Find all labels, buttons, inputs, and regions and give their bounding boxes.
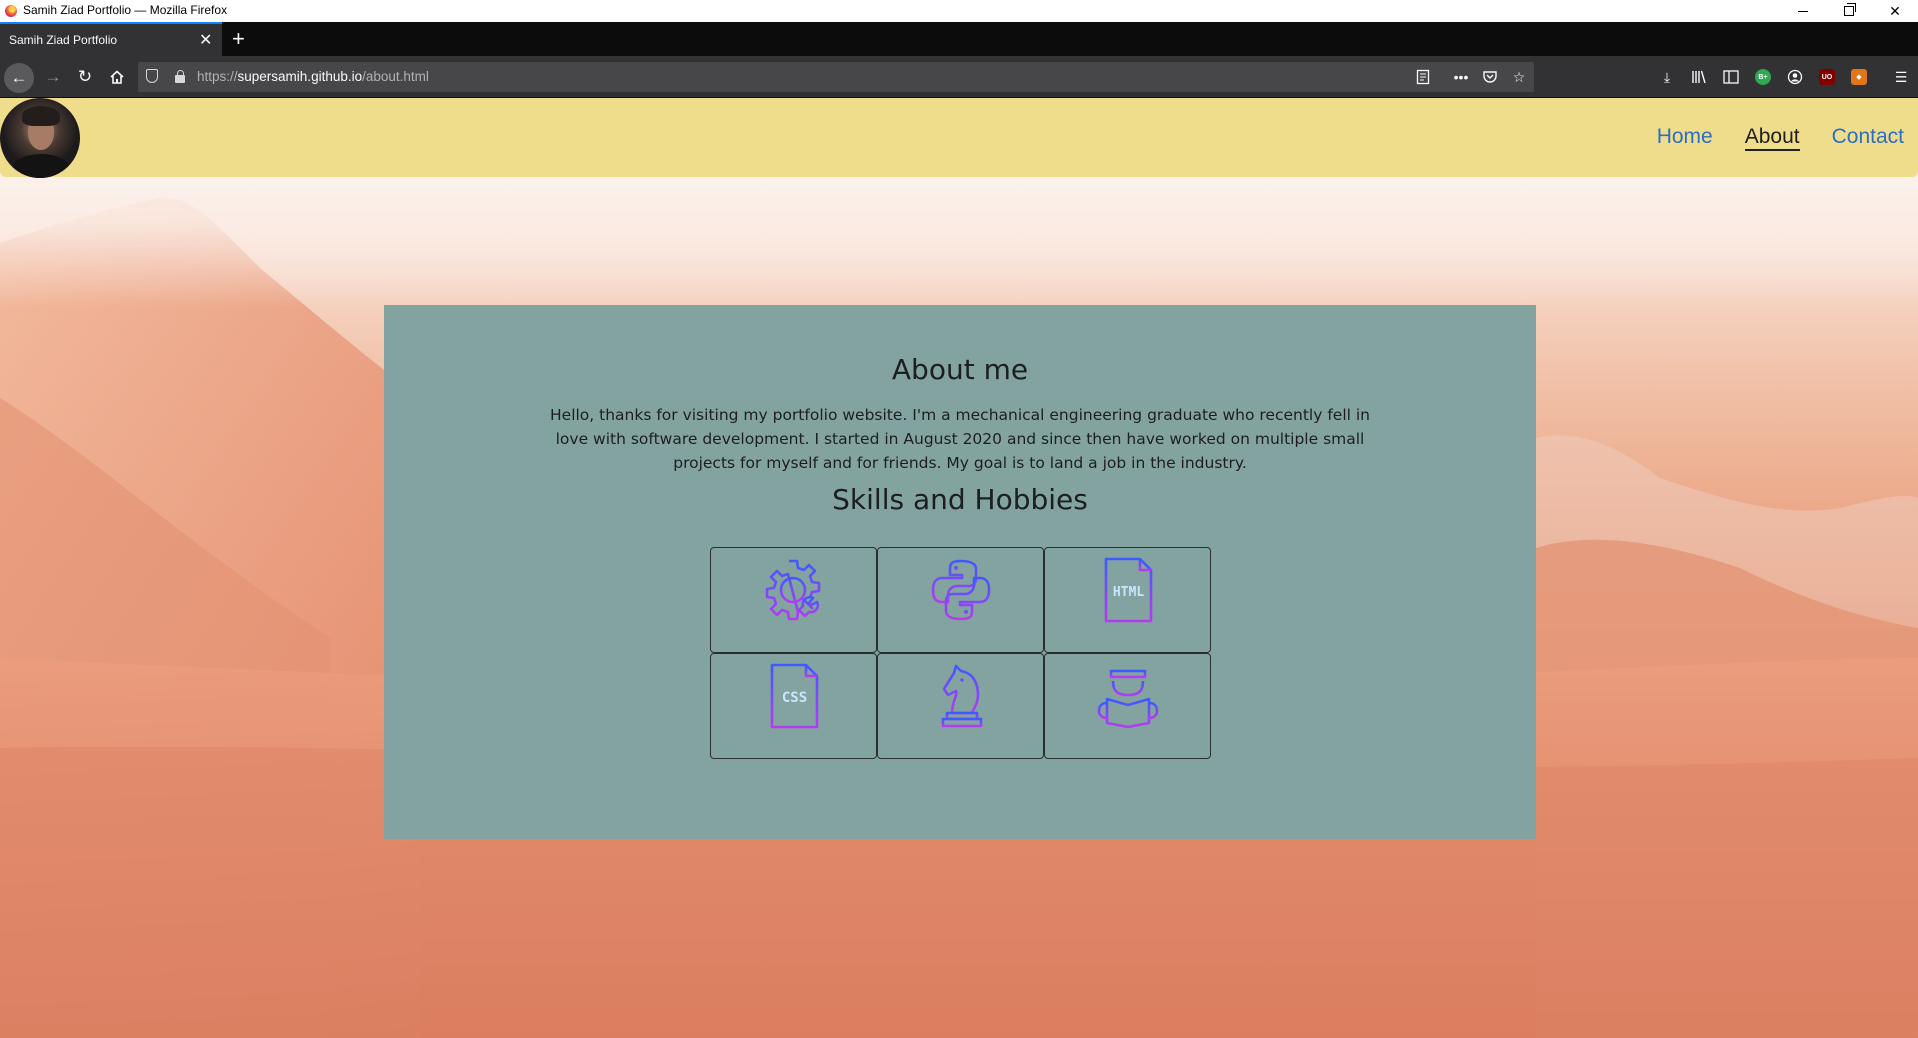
skills-grid: HTML CSS [710,547,1211,759]
library-icon[interactable] [1688,66,1710,88]
python-icon [931,559,990,621]
new-tab-icon[interactable]: + [232,26,245,52]
tracking-protection-icon[interactable] [146,69,158,83]
url-text[interactable]: https://supersamih.github.io/about.html [197,69,429,84]
home-button[interactable] [104,64,130,90]
page-actions-icon[interactable]: ••• [1450,66,1472,88]
skill-tile[interactable]: CSS [710,653,877,759]
nav-link-about[interactable]: About [1744,126,1800,151]
about-paragraph: Hello, thanks for visiting my portfolio … [550,406,1370,472]
tab-title: Samih Ziad Portfolio [9,33,118,47]
restore-button[interactable] [1826,0,1872,22]
arrow-right-icon: → [44,67,62,86]
ublock-origin-icon[interactable]: UO [1816,66,1838,88]
forward-button[interactable]: → [40,64,66,90]
minimize-icon [1798,10,1808,12]
skill-tile[interactable] [877,547,1044,653]
profile-avatar[interactable] [0,98,80,178]
lock-icon[interactable] [175,70,185,83]
sidebar-icon[interactable] [1720,66,1742,88]
minimize-button[interactable] [1780,0,1826,22]
back-button[interactable]: ← [4,63,34,93]
bookmark-star-icon[interactable]: ☆ [1508,66,1530,88]
chess-knight-icon [941,664,982,728]
window-titlebar: Samih Ziad Portfolio — Mozilla Firefox ✕ [0,0,1918,22]
tab-close-icon[interactable]: ✕ [199,30,212,50]
close-icon: ✕ [1889,2,1901,19]
page-viewport: Home About Contact About me Hello, thank… [0,98,1918,1038]
url-host: supersamih.github.io [237,69,363,84]
html-file-icon: HTML [1104,557,1152,623]
skill-tile[interactable]: HTML [1044,547,1211,653]
metamask-fox-icon[interactable]: ◆ [1848,66,1870,88]
pocket-icon[interactable] [1479,66,1501,88]
tab-strip: Samih Ziad Portfolio ✕ + [0,22,1918,56]
reader-view-icon[interactable] [1412,66,1434,88]
css-file-label: CSS [781,690,806,706]
site-nav-links: Home About Contact [1657,126,1904,151]
navigation-toolbar: ← → ↻ https://supersamih.github.io/about… [0,56,1918,98]
avatar-shoulders [12,154,70,178]
close-window-button[interactable]: ✕ [1872,0,1918,22]
nav-link-home[interactable]: Home [1657,126,1713,151]
nav-link-contact[interactable]: Contact [1832,126,1904,151]
reload-icon: ↻ [77,67,93,86]
gear-wrench-icon [765,559,820,621]
html-file-label: HTML [1112,585,1143,600]
avatar-hair [22,106,60,126]
menu-hamburger-icon[interactable]: ☰ [1890,66,1912,88]
skill-tile[interactable] [1044,653,1211,759]
reload-button[interactable]: ↻ [72,64,98,90]
about-heading: About me [891,353,1029,386]
account-icon[interactable] [1784,66,1806,88]
extension-green-icon[interactable]: B+ [1752,66,1774,88]
skill-tile[interactable] [710,547,877,653]
tab-portfolio[interactable]: Samih Ziad Portfolio ✕ [0,22,222,56]
url-scheme: https:// [197,69,238,84]
restore-icon [1844,3,1856,16]
downloads-icon[interactable]: ⤓ [1656,66,1678,88]
css-file-icon: CSS [770,663,818,729]
about-card: About me Hello, thanks for visiting my p… [384,305,1536,839]
firefox-logo-icon [5,5,17,17]
home-icon [110,70,124,84]
address-bar[interactable]: https://supersamih.github.io/about.html … [138,62,1534,92]
site-navbar: Home About Contact [0,98,1918,178]
url-path: /about.html [362,69,429,84]
skill-tile[interactable] [877,653,1044,759]
arrow-left-icon: ← [10,68,28,87]
window-title: Samih Ziad Portfolio — Mozilla Firefox [23,3,228,17]
skills-heading: Skills and Hobbies [832,483,1088,516]
reader-icon [1097,669,1158,729]
